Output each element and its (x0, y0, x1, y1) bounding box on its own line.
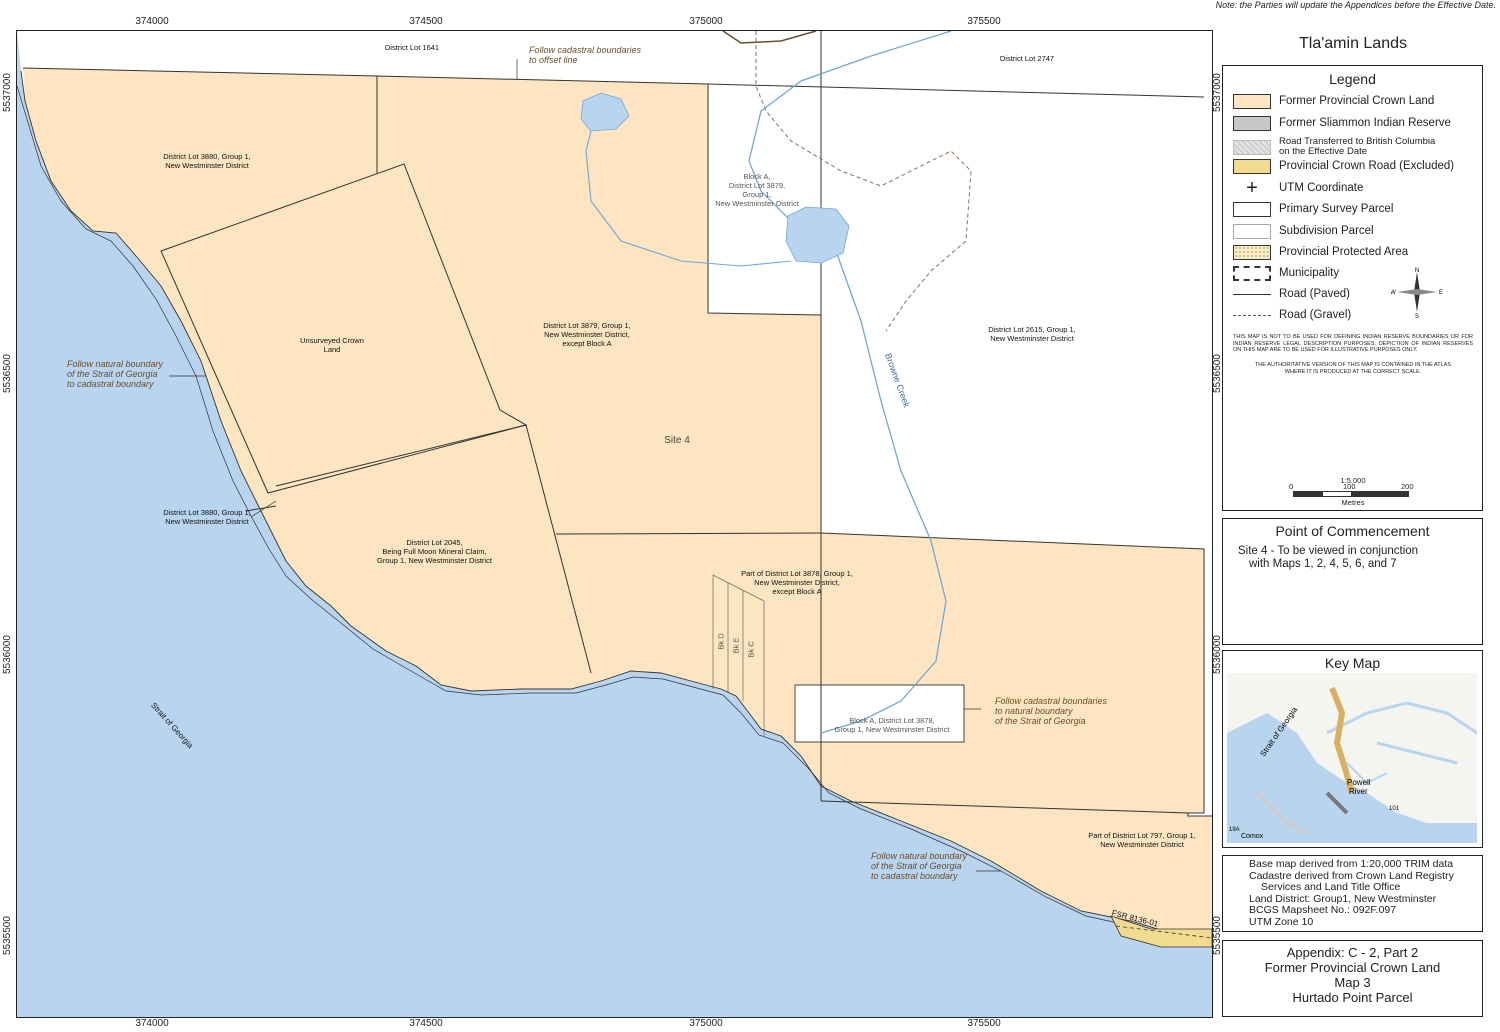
note-right: Follow cadastral boundaries to natural bo… (995, 696, 1108, 726)
legend-item-municipality: Municipality (1233, 264, 1339, 282)
effective-date-note: Note: the Parties will update the Append… (1215, 0, 1496, 10)
x-tick-bottom-374000: 374000 (135, 1018, 169, 1029)
keymap-river-label: River (1349, 787, 1368, 796)
legend-title: Legend (1329, 71, 1376, 87)
source-line-6: UTM Zone 10 (1249, 915, 1314, 928)
unsurveyed-crown-label: Unsurveyed Crown Land (300, 336, 364, 354)
source-line-1: Base map derived from 1:20,000 TRIM data (1249, 858, 1454, 870)
dl1641-label: District Lot 1641 (384, 43, 440, 52)
scale-200: 200 (1401, 482, 1414, 491)
map-title: Tla'amin Lands (1299, 35, 1407, 52)
keymap-panel: Key Map Strait of Georgia Powell River C… (1222, 650, 1483, 848)
subdivision-swatch (1233, 223, 1271, 239)
north-arrow-icon: N S E W (1391, 268, 1443, 318)
primary-parcel-swatch (1233, 201, 1271, 217)
keymap-title: Key Map (1324, 655, 1381, 671)
pond (785, 206, 850, 264)
paved-road-line (1233, 293, 1271, 295)
gravel-road-line (1233, 314, 1271, 316)
crown-road-swatch (1233, 158, 1271, 174)
reserve-swatch (1233, 115, 1271, 131)
bk-e-label: Bk E (731, 637, 741, 654)
appendix-line-4: Hurtado Point Parcel (1292, 990, 1413, 1005)
legend-item-crown-land: Former Provincial Crown Land (1233, 92, 1434, 110)
site4-label: Site 4 (664, 435, 690, 446)
dl797-label: Part of District Lot 797, Group 1, New We… (1088, 831, 1196, 849)
appendix-line-1: Appendix: C - 2, Part 2 (1286, 945, 1419, 960)
block-a-3878-label: Block A, District Lot 3878, Group 1, New … (834, 716, 950, 734)
legend-item-primary-parcel: Primary Survey Parcel (1233, 200, 1393, 218)
block-a-3879-label: Block A, District Lot 3879, Group 1, New We… (715, 172, 799, 208)
note-bottom: Follow natural boundary of the Strait of … (871, 851, 968, 881)
source-line-5: BCGS Mapsheet No.: 092F.097 (1249, 904, 1397, 916)
note-left: Follow natural boundary of the Strait of … (67, 359, 164, 389)
dl2045-label: District Lot 2045, Being Full Moon Minera… (377, 538, 492, 565)
keymap-powell-label: Powell (1347, 778, 1371, 787)
x-tick-top-374500: 374500 (409, 16, 443, 27)
disclaimer-1: THIS MAP IS NOT TO BE USED FOR DEFINING … (1233, 334, 1473, 353)
keymap-image: Strait of Georgia Powell River Comox 101… (1227, 673, 1477, 843)
road-transferred-swatch (1233, 139, 1271, 155)
dl3878-label: Part of District Lot 3878, Group 1, New W… (741, 569, 853, 596)
commencement-title: Point of Commencement (1275, 523, 1430, 539)
x-tick-bottom-375000: 375000 (689, 1018, 723, 1029)
y-tick-left-5537000: 5537000 (2, 73, 13, 112)
dl3880-bottom-label: District Lot 3880, Group 1, New Westminst… (163, 508, 251, 526)
scale-bar (1293, 491, 1409, 497)
note-top: Follow cadastral boundaries to offset lin… (529, 45, 642, 65)
legend-item-indian-reserve: Former Sliammon Indian Reserve (1233, 114, 1451, 132)
crown-land-swatch (1233, 93, 1271, 109)
municipality-swatch (1233, 265, 1271, 281)
legend-item-road-gravel: Road (Gravel) (1233, 306, 1351, 324)
legend-panel: Legend Former Provincial Crown Land Form… (1222, 65, 1483, 511)
legend-item-road-transferred: Road Transferred to British Columbia on t… (1233, 136, 1435, 158)
svg-text:N: N (1415, 268, 1419, 274)
scale-unit: Metres (1341, 498, 1365, 507)
legend-item-road-paved: Road (Paved) (1233, 285, 1350, 303)
keymap-comox-label: Comox (1241, 833, 1264, 840)
map-frame[interactable]: District Lot 1641 District Lot 2747 Dist… (16, 30, 1213, 1018)
scale-0: 0 (1289, 482, 1294, 491)
appendix-line-2: Former Provincial Crown Land (1264, 960, 1441, 975)
svg-text:E: E (1439, 290, 1443, 296)
dl3879-label: District Lot 3879, Group 1, New Westminst… (543, 321, 631, 348)
source-panel: Base map derived from 1:20,000 TRIM data… (1222, 855, 1483, 932)
source-line-3: Services and Land Title Office (1261, 881, 1401, 893)
legend-item-protected-area: Provincial Protected Area (1233, 243, 1408, 261)
keymap-hwy101-label: 101 (1389, 806, 1400, 812)
legend-item-subdivision: Subdivision Parcel (1233, 222, 1374, 240)
x-tick-bottom-375500: 375500 (967, 1018, 1001, 1029)
protected-area-swatch (1233, 244, 1271, 260)
svg-text:W: W (1391, 290, 1396, 296)
x-tick-top-374000: 374000 (135, 16, 169, 27)
appendix-panel: Appendix: C - 2, Part 2 Former Provincia… (1222, 940, 1483, 1017)
x-tick-top-375500: 375500 (967, 16, 1001, 27)
plus-icon: + (1246, 177, 1258, 199)
disclaimer-2: THE AUTHORITATIVE VERSION OF THIS MAP IS… (1254, 362, 1452, 375)
keymap-hwy19a-label: 19A (1229, 827, 1240, 833)
appendix-line-3: Map 3 (1334, 975, 1371, 990)
svg-text:S: S (1415, 314, 1419, 318)
x-tick-bottom-374500: 374500 (409, 1018, 443, 1029)
commencement-panel: Point of Commencement Site 4 - To be vie… (1222, 518, 1483, 645)
commencement-text: Site 4 - To be viewed in conjunction wit… (1238, 545, 1419, 570)
scale-100: 100 (1343, 482, 1356, 491)
legend-item-crown-road: Provincial Crown Road (Excluded) (1233, 157, 1454, 175)
y-tick-left-5536000: 5536000 (2, 635, 13, 674)
y-tick-left-5535500: 5535500 (2, 916, 13, 955)
bk-c-label: Bk C (746, 641, 756, 658)
dl2747-label: District Lot 2747 (999, 54, 1055, 63)
bk-d-label: Bk D (716, 633, 726, 650)
dl3880-top-label: District Lot 3880, Group 1, New Westminst… (163, 152, 251, 170)
legend-item-utm: + UTM Coordinate (1233, 177, 1363, 199)
y-tick-left-5536500: 5536500 (2, 354, 13, 393)
x-tick-top-375000: 375000 (689, 16, 723, 27)
dl2615-label: District Lot 2615, Group 1, New Westminst… (988, 325, 1076, 343)
